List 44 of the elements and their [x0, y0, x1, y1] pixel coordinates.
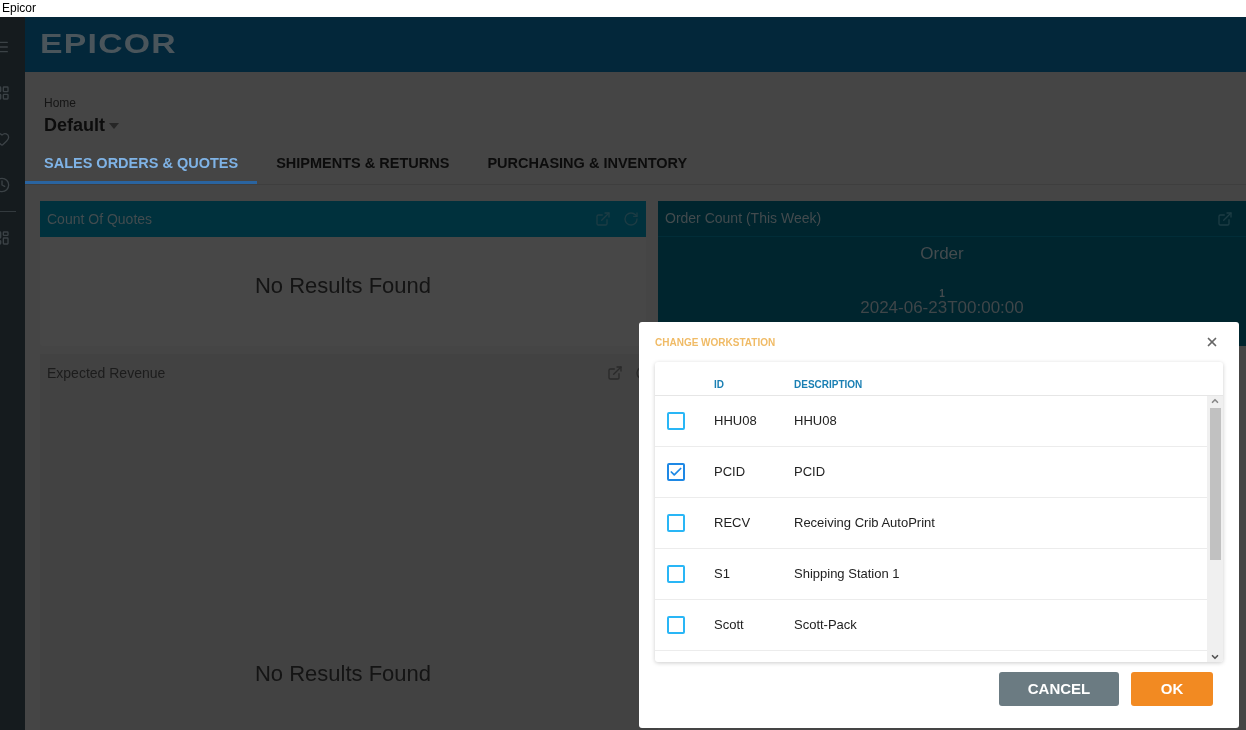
close-icon[interactable] — [1205, 335, 1219, 349]
external-link-icon[interactable] — [607, 365, 623, 381]
card-title: Order Count (This Week) — [665, 209, 822, 228]
table-row[interactable]: Scott Scott-Pack — [655, 600, 1207, 651]
ok-button[interactable]: OK — [1131, 672, 1213, 706]
checkbox[interactable] — [667, 412, 685, 430]
table-cell-text: Scott — [714, 616, 745, 635]
table-row[interactable]: PCID PCID — [655, 447, 1207, 498]
table-cell-text: Shipping Station 1 — [794, 565, 900, 584]
column-header[interactable]: ID — [714, 377, 794, 392]
table-cell-text: S1 — [714, 565, 731, 584]
tab[interactable]: SALES ORDERS & QUOTES — [25, 147, 258, 184]
table-row[interactable]: RECV Receiving Crib AutoPrint — [655, 498, 1207, 549]
external-link-icon[interactable] — [1217, 210, 1233, 227]
checkbox[interactable] — [667, 616, 685, 634]
caret-icon[interactable] — [109, 122, 119, 129]
dialog-title: CHANGE WORKSTATION — [655, 335, 776, 350]
table-cell-text: PCID — [714, 463, 747, 482]
table-cell-text: Receiving Crib AutoPrint — [794, 514, 935, 533]
table-cell-text: HHU08 — [794, 412, 837, 431]
scrollbar[interactable] — [1207, 396, 1223, 662]
table-cell-text: RECV — [714, 514, 752, 533]
checkbox[interactable] — [667, 463, 685, 481]
table-cell-text: Scott-Pack — [794, 616, 857, 635]
window-title-bar: Epicor — [0, 0, 1246, 17]
check-icon — [669, 465, 683, 479]
refresh-icon[interactable] — [623, 211, 639, 227]
scroll-down-icon[interactable] — [1210, 652, 1220, 662]
external-link-icon[interactable] — [595, 211, 611, 227]
page-title: Default — [44, 114, 105, 137]
checkbox[interactable] — [667, 514, 685, 532]
scroll-up-icon[interactable] — [1210, 396, 1220, 406]
table-row[interactable]: HHU08 HHU08 — [655, 396, 1207, 447]
table-cell-text: HHU08 — [714, 412, 758, 431]
card-title: Count Of Quotes — [47, 209, 153, 229]
checkbox[interactable] — [667, 565, 685, 583]
column-header[interactable]: DESCRIPTION — [794, 377, 863, 392]
data-label: 1 — [939, 288, 945, 299]
axis-label: 2024-06-23T00:00:00 — [860, 298, 1024, 316]
chart-title: Order — [920, 243, 964, 265]
logo: EPICOR — [40, 28, 177, 62]
table-row[interactable]: S1 Shipping Station 1 — [655, 549, 1207, 600]
table-cell-text: PCID — [794, 463, 826, 482]
cancel-button[interactable]: CANCEL — [999, 672, 1119, 706]
